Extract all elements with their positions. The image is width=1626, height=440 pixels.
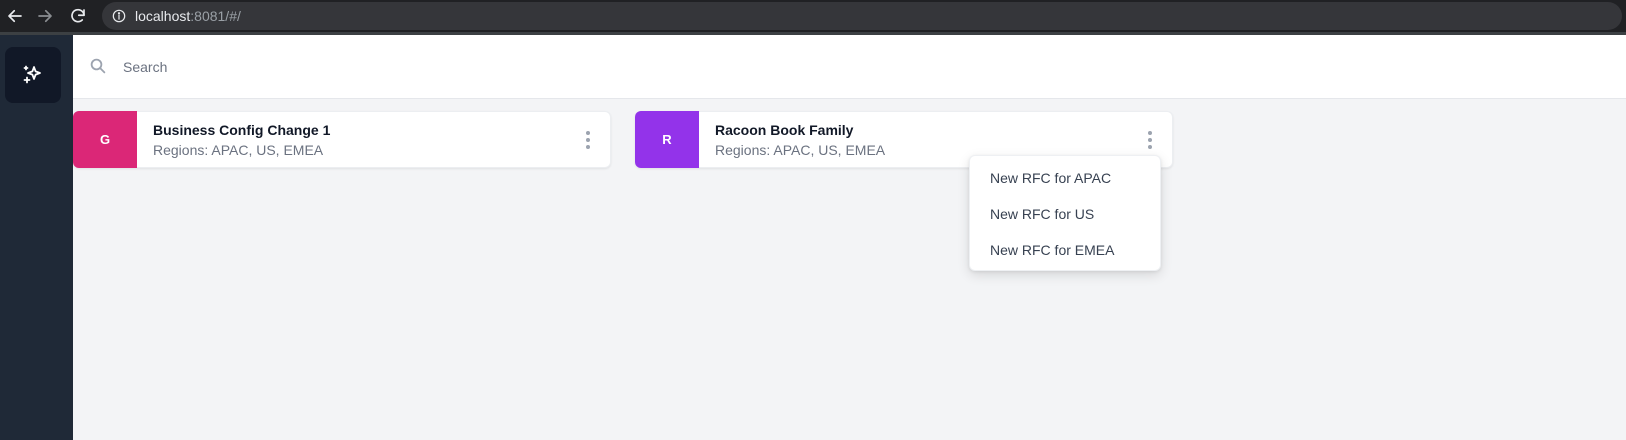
card-title: Business Config Change 1 (153, 122, 331, 138)
back-button[interactable] (4, 5, 26, 27)
arrow-right-icon (38, 9, 52, 23)
menu-item-new-rfc-us[interactable]: New RFC for US (990, 206, 1094, 222)
menu-item-new-rfc-apac[interactable]: New RFC for APAC (990, 170, 1111, 186)
kebab-dot (1148, 138, 1152, 142)
sparkles-icon (23, 65, 41, 84)
kebab-menu-icon (1148, 131, 1152, 135)
url-text[interactable]: localhost:8081/#/ (135, 8, 241, 24)
search-bar (73, 35, 1626, 99)
card-dropdown-menu: New RFC for APAC New RFC for US New RFC … (969, 155, 1161, 271)
arrow-left-icon (8, 9, 22, 23)
reload-icon (71, 8, 85, 23)
search-icon (90, 58, 106, 74)
browser-toolbar: localhost:8081/#/ (0, 0, 1626, 35)
menu-item-new-rfc-emea[interactable]: New RFC for EMEA (990, 242, 1114, 258)
card-menu-button[interactable] (1140, 128, 1160, 152)
url-path: :8081/#/ (190, 8, 241, 24)
kebab-dot (586, 138, 590, 142)
forward-button[interactable] (34, 5, 56, 27)
info-icon[interactable] (112, 9, 126, 23)
card-avatar: G (73, 111, 137, 168)
kebab-dot (1148, 145, 1152, 149)
address-bar[interactable]: localhost:8081/#/ (102, 2, 1622, 30)
reload-button[interactable] (67, 5, 89, 27)
url-host: localhost (135, 8, 191, 24)
card-subtitle: Regions: APAC, US, EMEA (153, 142, 324, 158)
card-title: Racoon Book Family (715, 122, 854, 138)
card-subtitle: Regions: APAC, US, EMEA (715, 142, 886, 158)
card-menu-button[interactable] (578, 128, 598, 152)
kebab-menu-icon (586, 131, 590, 135)
app-logo[interactable] (5, 47, 61, 103)
card-avatar: R (635, 111, 699, 168)
project-card[interactable]: G Business Config Change 1 Regions: APAC… (73, 111, 611, 168)
sidebar (0, 35, 73, 440)
search-input[interactable] (121, 53, 725, 81)
kebab-dot (586, 145, 590, 149)
